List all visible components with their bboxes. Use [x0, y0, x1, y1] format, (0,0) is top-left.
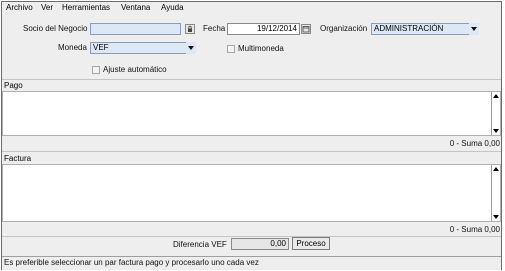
scroll-up-icon[interactable]	[493, 167, 499, 171]
menu-herramientas[interactable]: Herramientas	[62, 3, 110, 13]
socio-input[interactable]	[90, 23, 181, 35]
socio-label: Socio del Negocio	[23, 24, 88, 33]
divider	[2, 79, 501, 80]
moneda-dropdown-button[interactable]	[186, 42, 196, 54]
pago-suma: 0 - Suma 0,00	[449, 139, 500, 148]
factura-title: Factura	[4, 154, 32, 163]
pago-title: Pago	[4, 81, 23, 90]
factura-suma: 0 - Suma 0,00	[449, 225, 500, 234]
moneda-label: Moneda	[58, 43, 87, 52]
proceso-button[interactable]: Proceso	[292, 237, 330, 250]
multimoneda-checkbox[interactable]	[227, 45, 235, 53]
menu-archivo[interactable]: Archivo	[6, 3, 33, 13]
lock-icon	[188, 25, 192, 32]
factura-table[interactable]	[2, 164, 501, 222]
diferencia-value: 0,00	[231, 238, 289, 250]
organizacion-value: ADMINISTRACIÓN	[374, 24, 444, 33]
scroll-down-icon[interactable]	[493, 215, 499, 219]
ajuste-automatico-checkbox[interactable]	[92, 66, 100, 74]
menu-ventana[interactable]: Ventana	[121, 3, 150, 13]
organizacion-label: Organización	[320, 24, 368, 33]
pago-scrollbar[interactable]	[491, 92, 500, 135]
moneda-value: VEF	[93, 43, 109, 52]
diferencia-label: Diferencia VEF	[173, 240, 227, 249]
moneda-select[interactable]: VEF	[90, 42, 195, 54]
chevron-down-icon	[188, 46, 194, 50]
calendar-icon	[302, 26, 310, 33]
fecha-label: Fecha	[203, 24, 226, 33]
ajuste-automatico-label: Ajuste automático	[103, 65, 167, 74]
status-message: Es preferible seleccionar un par factura…	[4, 258, 259, 267]
scroll-down-icon[interactable]	[493, 129, 499, 133]
organizacion-select[interactable]: ADMINISTRACIÓN	[371, 23, 478, 35]
divider	[2, 151, 501, 152]
menu-ver[interactable]: Ver	[41, 3, 53, 13]
fecha-input[interactable]: 19/12/2014	[227, 23, 300, 35]
organizacion-dropdown-button[interactable]	[469, 23, 479, 35]
socio-search-button[interactable]	[185, 24, 195, 34]
factura-scrollbar[interactable]	[491, 165, 500, 221]
pago-table[interactable]	[2, 91, 501, 136]
fecha-calendar-button[interactable]	[301, 24, 311, 34]
multimoneda-label: Multimoneda	[238, 44, 284, 53]
menu-ayuda[interactable]: Ayuda	[161, 3, 184, 13]
divider	[2, 236, 501, 237]
scroll-up-icon[interactable]	[493, 94, 499, 98]
chevron-down-icon	[471, 27, 477, 31]
